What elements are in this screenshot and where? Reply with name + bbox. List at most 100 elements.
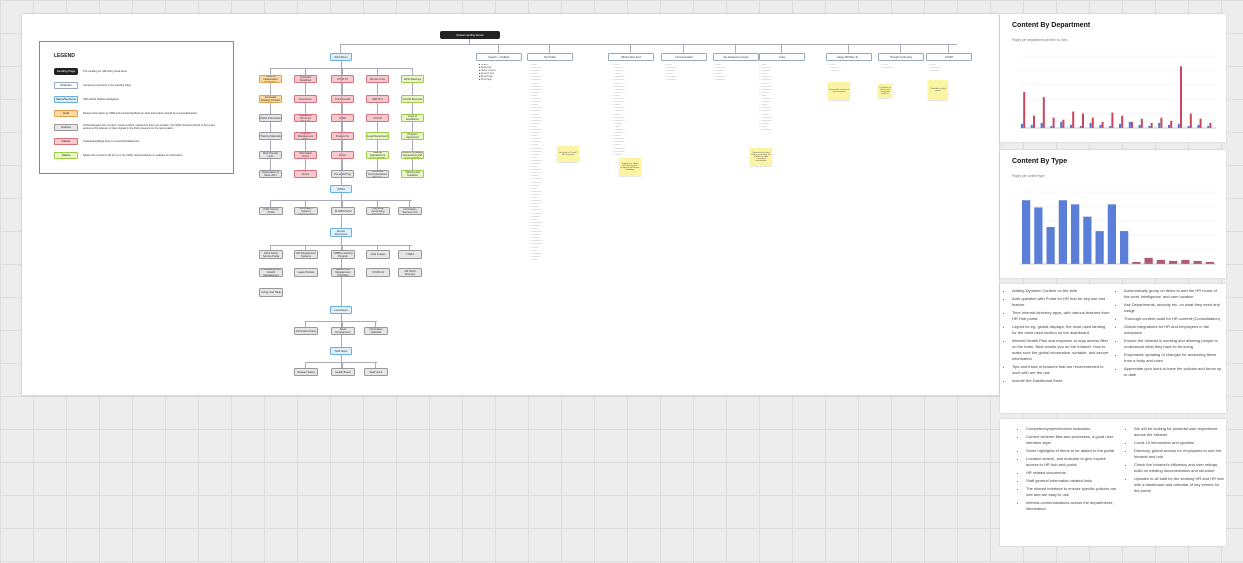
hr-node[interactable]: Goal Images [366,250,390,259]
work-node[interactable]: Internal Audit [331,95,354,103]
work-node[interactable]: Internal Operations & Accountability [366,151,389,159]
work-node[interactable]: Training and Guidance [401,170,424,178]
work-node[interactable]: Office of Independent Evaluation [259,75,282,83]
note-item: Current scheme files and processes, a go… [1026,434,1118,446]
bar [1156,259,1165,264]
module-node[interactable]: Communication [661,53,707,61]
bar-live [1082,113,1084,128]
work-node[interactable]: Human Links [366,75,389,83]
intra-node[interactable]: Information Services Unit [398,207,422,215]
module-node[interactable]: Thought of the Day [878,53,924,61]
hr-node[interactable]: HR Sized Directory [398,268,422,277]
hr-node[interactable]: HR & Admin Service Portal [259,250,283,259]
intra-node[interactable]: ITSD Service Portal [259,207,283,215]
work-node[interactable]: Finance CL [331,132,354,140]
chart-type [1020,191,1216,265]
work-node[interactable]: Most Popular Links [259,151,282,159]
work-node[interactable]: Pre-audit Prog [331,170,354,178]
intra-node[interactable]: Information Systems Management [294,207,318,215]
work-node[interactable]: Program Agreement [401,132,424,140]
staff-node[interactable]: Disaster Safety [294,368,318,376]
legend-row: Landing Page The Landing for (HR Hub) por… [54,67,223,75]
staff-node[interactable]: Staff Union [364,368,388,376]
module-node[interactable]: Links [759,53,805,61]
hr-node[interactable]: I-TARA [398,250,422,259]
local-node[interactable]: News Development [331,327,355,335]
work-node[interactable]: Operations (Process) Manuals [294,114,317,122]
work-node[interactable]: COVID [366,114,389,122]
module-node[interactable]: COVID [926,53,972,61]
module-body-text: — ▪▪▪▪▪▪ — ▪▪▪▪▪▪▪▪▪▪▪▪ — ▪▪▪▪▪▪▪▪▪▪ [928,64,941,73]
local-node[interactable]: Information Calendar [364,327,388,335]
work-node[interactable]: Work Meetings [401,75,424,83]
hr-node[interactable]: Professional and Growth Management [259,268,283,277]
root-landing-node[interactable]: Intranet Landing Screen [440,31,500,39]
bar-live [1072,111,1075,128]
work-node[interactable]: Technical Correspondence Division [366,170,389,178]
legend-key: Delete [54,137,78,145]
connector-line [848,44,849,53]
bar-archive [1168,124,1170,128]
work-node[interactable]: Links of Excellence [401,114,424,122]
hr-node[interactable]: HR Management Systems [294,250,318,259]
module-node[interactable]: My Profile [527,53,573,61]
sticky-note[interactable]: Security of Cloud? SSO sign-on [557,146,579,162]
panel-content-by-type: Content By Type Pages per content type [1000,150,1226,278]
section-node[interactable]: Work Menu [330,53,352,61]
sticky-note[interactable]: Question link then brings to display lis… [750,148,772,166]
connector-line [683,44,684,53]
work-node[interactable]: Office of Strategic Investments and Acco… [401,151,424,159]
section-node[interactable]: Human Resources [330,228,352,237]
work-node[interactable]: Important Deadlines [294,75,317,83]
module-node[interactable]: Happy Birthday To ... [826,53,872,61]
note-item: Check the Intranet's efficiency and user… [1134,462,1224,474]
work-node[interactable]: Program Management Flow [294,132,317,140]
intra-node[interactable]: Corporate Accounting Integration [366,207,390,215]
work-node[interactable]: Corporate Strategy Division [259,95,282,103]
work-node[interactable]: Directories [294,95,317,103]
work-node[interactable]: ICDM [331,114,354,122]
sticky-note[interactable]: Consider a daily quote [928,80,948,100]
sticky-note[interactable]: Suggest to make this section less clutte… [619,158,641,176]
connector-line [377,200,378,207]
legend-description: Archived/pages from content. Content wil… [83,124,216,130]
legend-row: Modules Component structure in the Landin… [54,81,223,89]
hr-node[interactable]: Living Cost Table [259,288,283,297]
connector-line [270,68,271,178]
work-node[interactable]: Forms [294,170,317,178]
section-node[interactable]: Local News [330,306,352,314]
bar-live [1052,117,1055,128]
hr-node[interactable]: Leave Policies [294,268,318,277]
work-node[interactable]: Admin [331,151,354,159]
hr-node[interactable]: COVID-19 [366,268,390,277]
module-node[interactable]: Search + Toolbars [476,53,522,61]
bar-archive [1050,125,1053,128]
work-node[interactable]: Growth Business [401,95,424,103]
sticky-note[interactable]: Frequently used and recent search [828,82,850,100]
work-node[interactable]: IBM Prof [366,95,389,103]
work-node[interactable]: Presentation & News 2017 [259,170,282,178]
work-node[interactable]: HTMA TV [331,75,354,83]
bar-live [1150,122,1153,128]
sticky-note[interactable]: Consider to check with resolution and li… [878,84,892,98]
bar-live [1042,97,1045,128]
section-node[interactable]: Staff News [330,347,352,355]
hr-node[interactable]: Modern Life Management Principles [331,268,355,277]
module-node[interactable]: What's New feed [608,53,654,61]
work-node[interactable]: HR/IS Information [259,114,282,122]
search-item[interactable]: ■ Print Page [479,79,519,82]
staff-node[interactable]: Health Board [331,368,355,376]
hr-node[interactable]: ORBIS Learning Program [331,250,355,259]
work-node[interactable]: Information Forms [294,151,317,159]
section-node[interactable]: INTRA [330,185,352,193]
connector-line [469,39,470,44]
module-node[interactable]: My Assistance Centre [713,53,759,61]
legend-key: Hold [54,109,78,117]
search-items-list: ■ Search ■ Bookmark ■ Notice content ■ Acco… [479,64,519,83]
bar [1132,261,1141,264]
intra-node[interactable]: IS-SMR Portal [331,207,355,215]
panel-notes-1: Adding Dynamic Content on the side Auth q… [1000,284,1226,413]
work-node[interactable]: Legal Department [366,132,389,140]
local-node[interactable]: Information Policy [294,327,318,335]
work-node[interactable]: Training Materials [259,132,282,140]
